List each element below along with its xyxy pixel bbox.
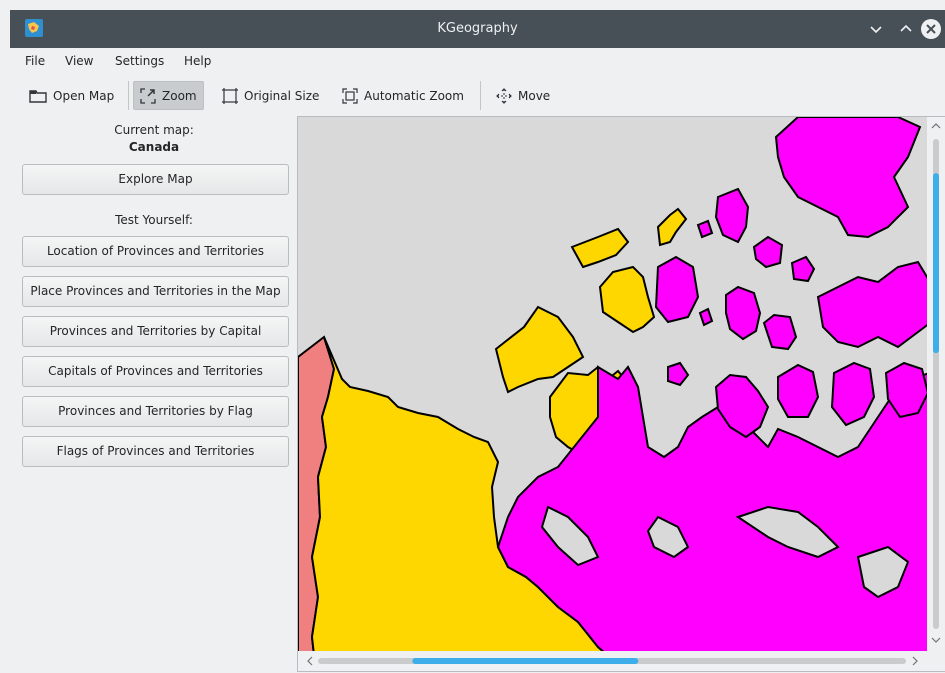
folder-icon: [29, 89, 47, 103]
test-yourself-label: Test Yourself:: [115, 213, 193, 227]
place-test-button[interactable]: Place Provinces and Territories in the M…: [22, 276, 289, 307]
zoom-label: Zoom: [162, 88, 197, 103]
horizontal-scrollbar[interactable]: [298, 651, 927, 671]
original-size-label: Original Size: [244, 88, 320, 103]
current-map-name: Canada: [128, 140, 180, 154]
scroll-down-icon: [931, 637, 941, 643]
move-label: Move: [518, 88, 551, 103]
map-view[interactable]: [297, 116, 945, 672]
region-nunavut-island: [777, 363, 820, 418]
move-button[interactable]: Move: [490, 81, 556, 110]
current-map-label: Current map:: [114, 123, 194, 137]
menu-help[interactable]: Help: [184, 54, 211, 68]
canada-map[interactable]: [298, 117, 945, 672]
scroll-up-icon: [931, 123, 941, 129]
toolbar: Open Map Zoom Original Size Automatic Zo…: [10, 76, 945, 116]
vertical-scrollbar[interactable]: [927, 117, 945, 651]
automatic-zoom-button[interactable]: Automatic Zoom: [336, 81, 470, 110]
toolbar-separator: [128, 81, 129, 110]
flags-test-button[interactable]: Flags of Provinces and Territories: [22, 436, 289, 467]
by-capital-test-button[interactable]: Provinces and Territories by Capital: [22, 316, 289, 347]
move-icon: [496, 87, 512, 104]
automatic-zoom-icon: [342, 87, 358, 104]
menu-settings[interactable]: Settings: [115, 54, 164, 68]
by-flag-test-button[interactable]: Provinces and Territories by Flag: [22, 396, 289, 427]
close-icon[interactable]: [920, 18, 942, 40]
scrollbar-corner: [927, 651, 945, 671]
window-title: KGeography: [437, 21, 518, 36]
menu-bar: File View Settings Help: [10, 48, 945, 76]
scroll-right-icon: [912, 656, 918, 666]
open-map-button[interactable]: Open Map: [23, 81, 120, 110]
original-size-icon: [222, 87, 238, 104]
capitals-test-button[interactable]: Capitals of Provinces and Territories: [22, 356, 289, 387]
explore-map-button[interactable]: Explore Map: [22, 164, 289, 195]
location-test-button[interactable]: Location of Provinces and Territories: [22, 236, 289, 267]
vertical-scrollbar-thumb: [933, 173, 939, 354]
zoom-icon: [140, 87, 156, 104]
horizontal-scrollbar-thumb: [412, 658, 639, 664]
maximize-icon[interactable]: [896, 19, 916, 39]
menu-view[interactable]: View: [65, 54, 93, 68]
zoom-button[interactable]: Zoom: [133, 81, 204, 110]
title-bar: KGeography: [10, 10, 945, 48]
original-size-button[interactable]: Original Size: [216, 81, 325, 110]
automatic-zoom-label: Automatic Zoom: [364, 88, 464, 103]
open-map-label: Open Map: [53, 88, 115, 103]
menu-file[interactable]: File: [25, 54, 45, 68]
minimize-icon[interactable]: [866, 19, 886, 39]
scroll-left-icon: [307, 656, 313, 666]
side-panel: Current map: Canada Explore Map Test You…: [10, 116, 298, 673]
toolbar-separator: [480, 81, 481, 110]
